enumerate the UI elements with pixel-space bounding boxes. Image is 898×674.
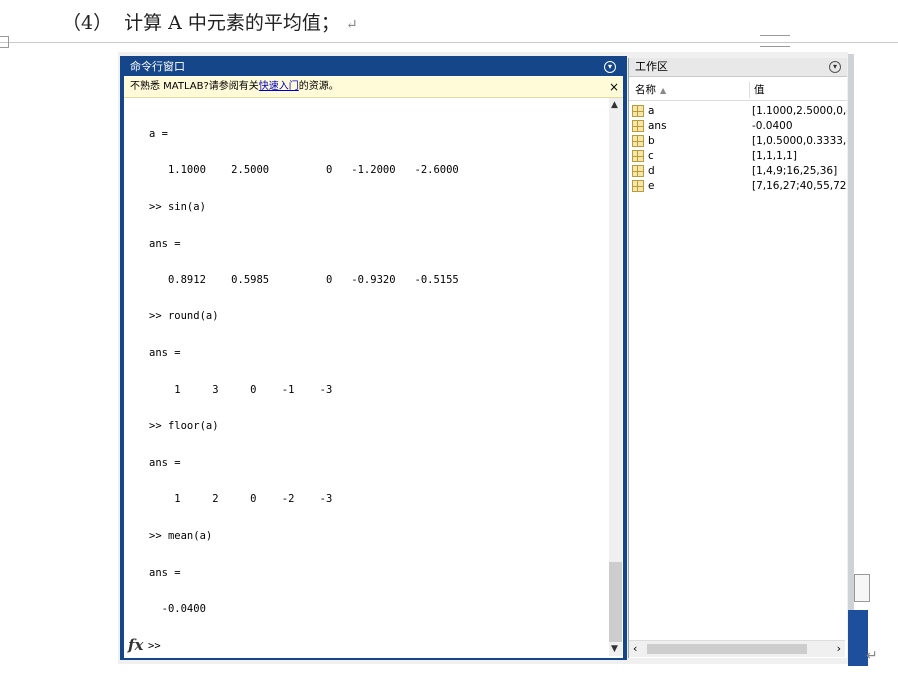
output-line: 1 2 0 -2 -3 [149, 493, 333, 505]
workspace-panel[interactable]: 工作区 ▾ 名称 ▲ 值 a [1.1000,2.5000,0,- ans -0.… [628, 58, 847, 658]
workspace-variable-row[interactable]: e [7,16,27;40,55,72] [629, 179, 847, 194]
sort-ascending-icon: ▲ [660, 86, 667, 95]
matrix-variable-icon [632, 165, 644, 177]
variable-name: ans [648, 120, 667, 132]
workspace-title: 工作区 [635, 60, 668, 73]
return-mark: ↵ [866, 648, 878, 664]
output-line: >> round(a) [149, 310, 219, 322]
workspace-variable-row[interactable]: c [1,1,1,1] [629, 149, 847, 164]
heading-text: 计算 A 中元素的平均值； [124, 12, 340, 34]
column-name-label: 名称 [635, 84, 656, 96]
matrix-variable-icon [632, 180, 644, 192]
matrix-variable-icon [632, 120, 644, 132]
scroll-right-icon[interactable]: › [837, 642, 841, 655]
variable-value: -0.0400 [752, 120, 793, 132]
banner-suffix: 的资源。 [298, 81, 339, 92]
output-line: ans = [149, 567, 181, 579]
prompt-input[interactable]: >> [148, 640, 161, 652]
variable-name: c [648, 150, 654, 162]
function-browser-icon[interactable]: fx [128, 636, 143, 654]
workspace-variable-row[interactable]: ans -0.0400 [629, 119, 847, 134]
variable-value: [1,4,9;16,25,36] [752, 165, 838, 177]
heading-number: （4） [62, 12, 113, 34]
workspace-menu-icon[interactable]: ▾ [829, 61, 841, 73]
matrix-variable-icon [632, 105, 644, 117]
output-line: a = [149, 128, 168, 140]
output-line: 1.1000 2.5000 0 -1.2000 -2.6000 [149, 164, 459, 176]
workspace-header: 名称 ▲ 值 [629, 80, 847, 101]
return-mark: ↵ [345, 17, 358, 33]
workspace-variable-row[interactable]: b [1,0.5000,0.3333,0 [629, 134, 847, 149]
margin-mark-right [760, 35, 790, 47]
workspace-variable-row[interactable]: a [1.1000,2.5000,0,- [629, 104, 847, 119]
command-window-title: 命令行窗口 [130, 60, 185, 73]
output-line: ans = [149, 457, 181, 469]
command-output: a = 1.1000 2.5000 0 -1.2000 -2.6000 >> s… [124, 98, 608, 638]
column-value-header[interactable]: 值 [754, 80, 765, 100]
document-heading: （4） 计算 A 中元素的平均值； ↵ [62, 8, 358, 35]
variable-name: d [648, 165, 655, 177]
output-line: 1 3 0 -1 -3 [149, 384, 333, 396]
column-name-header[interactable]: 名称 ▲ [635, 80, 666, 101]
variable-value: [1.1000,2.5000,0,- [752, 105, 847, 117]
variable-value: [1,1,1,1] [752, 150, 797, 162]
scroll-down-icon[interactable]: ▼ [611, 644, 618, 654]
output-line: >> floor(a) [149, 420, 219, 432]
output-line: 0.8912 0.5985 0 -0.9320 -0.5155 [149, 274, 459, 286]
workspace-horizontal-scrollbar[interactable]: ‹ › [629, 640, 845, 657]
workspace-variable-row[interactable]: d [1,4,9;16,25,36] [629, 164, 847, 179]
scrollbar-thumb[interactable] [647, 644, 807, 654]
matrix-variable-icon [632, 135, 644, 147]
output-line: ans = [149, 347, 181, 359]
scroll-left-icon[interactable]: ‹ [633, 642, 637, 655]
variable-name: a [648, 105, 655, 117]
variable-value: [7,16,27;40,55,72] [752, 180, 847, 192]
variable-value: [1,0.5000,0.3333,0 [752, 135, 847, 147]
banner-text: 不熟悉 MATLAB?请参阅有关 [130, 81, 259, 92]
command-window-titlebar: 命令行窗口 ▾ [124, 58, 623, 76]
output-line: >> mean(a) [149, 530, 213, 542]
command-window-scrollbar[interactable]: ▲ ▼ [609, 98, 622, 656]
getting-started-banner: 不熟悉 MATLAB?请参阅有关快速入门的资源。 × [124, 77, 623, 98]
output-line: -0.0400 [149, 603, 206, 615]
variable-name: e [648, 180, 655, 192]
command-prompt[interactable]: fx >> [124, 636, 608, 658]
scrollbar-thumb[interactable] [609, 562, 622, 642]
matrix-variable-icon [632, 150, 644, 162]
output-line: >> sin(a) [149, 201, 206, 213]
banner-close-button[interactable]: × [609, 77, 619, 97]
panel-menu-icon[interactable]: ▾ [604, 61, 616, 73]
output-line: ans = [149, 238, 181, 250]
quick-start-link[interactable]: 快速入门 [259, 81, 299, 92]
window-edge-dark [848, 610, 868, 666]
workspace-titlebar: 工作区 ▾ [629, 58, 847, 77]
variable-name: b [648, 135, 655, 147]
side-tab-button[interactable] [854, 574, 870, 602]
margin-mark-left [0, 36, 9, 48]
command-window[interactable]: 命令行窗口 ▾ 不熟悉 MATLAB?请参阅有关快速入门的资源。 × a = 1… [124, 58, 623, 658]
column-separator[interactable] [749, 82, 750, 98]
scroll-up-icon[interactable]: ▲ [611, 100, 618, 110]
